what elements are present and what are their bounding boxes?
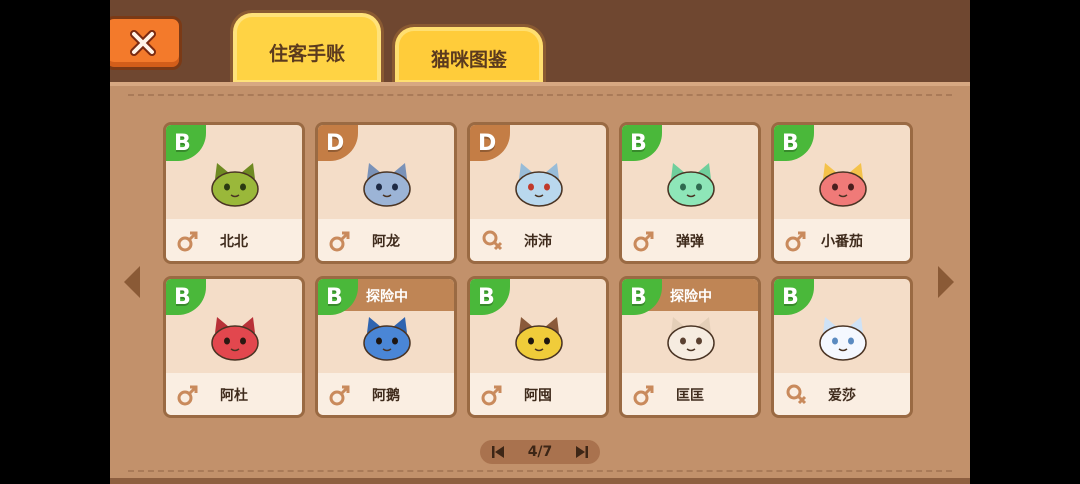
cat-portrait-icon bbox=[819, 163, 867, 207]
status-label: 探险中 bbox=[670, 289, 712, 305]
cat-portrait-icon bbox=[819, 317, 867, 361]
status-label: 探险中 bbox=[366, 289, 408, 305]
cat-name: 沛沛 bbox=[524, 234, 552, 250]
grade-badge: B bbox=[470, 279, 510, 315]
cat-card[interactable]: D 沛沛 bbox=[467, 122, 609, 264]
stitch-divider bbox=[128, 94, 952, 96]
grade-badge: B bbox=[774, 279, 814, 315]
cat-card[interactable]: B 弹弹 bbox=[619, 122, 761, 264]
game-screen: 住客手账 猫咪图鉴 B 北北 D 阿龙 D 沛沛 B 弹弹 B 小番茄 B 阿杜… bbox=[110, 0, 970, 484]
prev-page-arrow-icon[interactable] bbox=[122, 264, 142, 300]
cat-card[interactable]: D 阿龙 bbox=[315, 122, 457, 264]
cat-card[interactable]: B 北北 bbox=[163, 122, 305, 264]
cat-portrait-icon bbox=[211, 163, 259, 207]
board-rim bbox=[110, 478, 970, 484]
cat-portrait-icon bbox=[363, 317, 411, 361]
cat-name: 阿鹅 bbox=[372, 388, 400, 404]
close-icon bbox=[130, 30, 156, 56]
grade-badge: D bbox=[470, 125, 510, 161]
grade-badge: D bbox=[318, 125, 358, 161]
cat-name: 小番茄 bbox=[821, 234, 863, 250]
cat-portrait-icon bbox=[667, 317, 715, 361]
tab-label: 住客手账 bbox=[268, 43, 345, 65]
cat-name: 阿龙 bbox=[372, 234, 400, 250]
grade-badge: B bbox=[774, 125, 814, 161]
cat-portrait-icon bbox=[515, 317, 563, 361]
next-page-arrow-icon[interactable] bbox=[936, 264, 956, 300]
cat-name: 爱莎 bbox=[828, 388, 856, 404]
tab-guest-log[interactable]: 住客手账 bbox=[230, 10, 384, 84]
page-indicator: 4/7 bbox=[480, 440, 600, 464]
grade-badge: B bbox=[166, 279, 206, 315]
cat-name: 北北 bbox=[220, 234, 248, 250]
cat-card[interactable]: B 爱莎 bbox=[771, 276, 913, 418]
page-number: 4/7 bbox=[527, 444, 553, 460]
cat-portrait-icon bbox=[515, 163, 563, 207]
cat-portrait-icon bbox=[211, 317, 259, 361]
grade-badge: B bbox=[166, 125, 206, 161]
tab-label: 猫咪图鉴 bbox=[430, 49, 507, 71]
last-page-icon[interactable] bbox=[574, 444, 590, 460]
cat-name: 弹弹 bbox=[676, 234, 704, 250]
cat-name: 阿杜 bbox=[220, 388, 248, 404]
cat-name: 匡匡 bbox=[676, 388, 704, 404]
cat-name: 阿囤 bbox=[524, 388, 552, 404]
grade-badge: B bbox=[622, 125, 662, 161]
cat-card[interactable]: B 小番茄 bbox=[771, 122, 913, 264]
cat-portrait-icon bbox=[667, 163, 715, 207]
close-button[interactable] bbox=[110, 16, 182, 70]
stitch-divider bbox=[128, 470, 952, 472]
cat-portrait-icon bbox=[363, 163, 411, 207]
cat-card[interactable]: B 阿杜 bbox=[163, 276, 305, 418]
tab-cat-catalog[interactable]: 猫咪图鉴 bbox=[392, 24, 546, 84]
cat-card[interactable]: B 阿囤 bbox=[467, 276, 609, 418]
first-page-icon[interactable] bbox=[490, 444, 506, 460]
cat-card[interactable]: 探险中 B 阿鹅 bbox=[315, 276, 457, 418]
cat-card[interactable]: 探险中 B 匡匡 bbox=[619, 276, 761, 418]
